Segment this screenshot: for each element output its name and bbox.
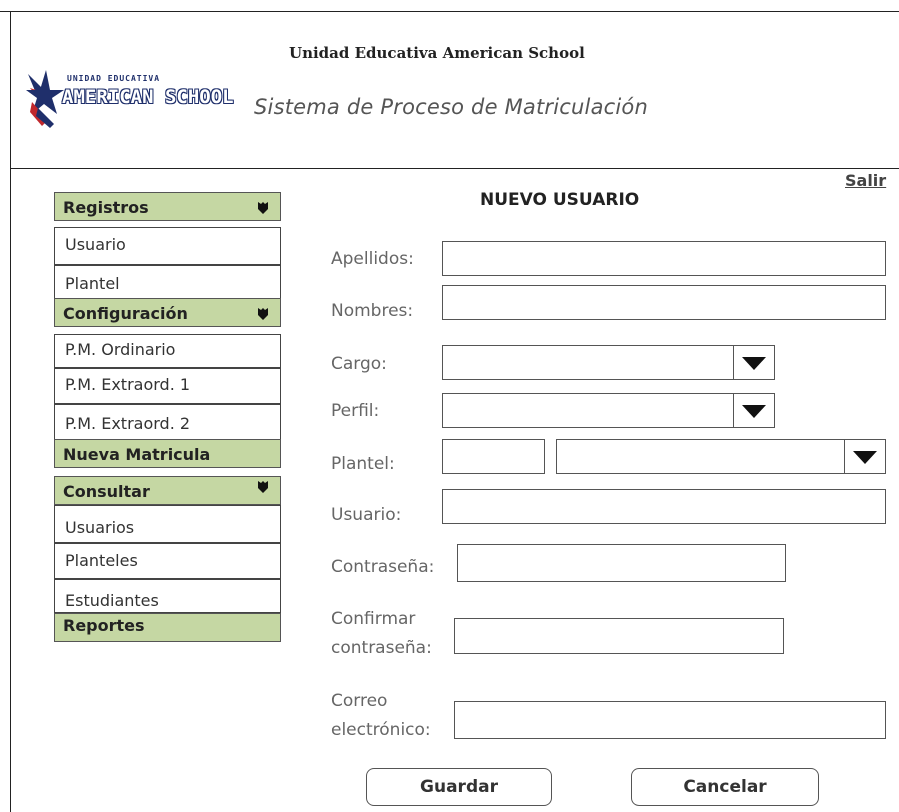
caret-down-icon	[258, 481, 268, 493]
menu-item-planteles[interactable]: Planteles	[54, 543, 281, 579]
confirmar-label-line1: Confirmar	[331, 609, 416, 629]
menu-category-label: Consultar	[63, 482, 150, 501]
school-logo: UNIDAD EDUCATIVA AMERICAN SCHOOL	[24, 68, 254, 128]
confirmar-label-line2: contraseña:	[331, 638, 432, 658]
menu-category-label: Registros	[63, 198, 149, 217]
contrasena-label: Contraseña:	[331, 557, 435, 577]
plantel-dropdown-button[interactable]	[844, 440, 885, 473]
page-left-border	[10, 11, 11, 812]
menu-item-label: P.M. Extraord. 2	[65, 414, 191, 433]
menu-item-label: P.M. Ordinario	[65, 340, 176, 359]
cargo-select[interactable]	[442, 345, 775, 380]
logout-link[interactable]: Salir	[845, 171, 886, 190]
triangle-down-icon	[742, 405, 766, 418]
menu-category-nueva-matricula[interactable]: Nueva Matricula	[54, 439, 281, 468]
triangle-down-icon	[742, 357, 766, 370]
logo-text: AMERICAN SCHOOL	[61, 85, 234, 109]
menu-item-label: Usuario	[65, 235, 126, 254]
apellidos-label: Apellidos:	[331, 249, 414, 269]
menu-item-plantel[interactable]: Plantel	[54, 265, 281, 299]
caret-down-icon	[258, 202, 268, 214]
menu-item-pm-extraord-1[interactable]: P.M. Extraord. 1	[54, 368, 281, 404]
page-top-border	[0, 11, 899, 12]
caret-down-icon	[258, 308, 268, 320]
usuario-input[interactable]	[442, 489, 886, 524]
menu-category-registros[interactable]: Registros	[54, 192, 281, 221]
menu-category-configuracion[interactable]: Configuración	[54, 298, 281, 327]
system-title: Sistema de Proceso de Matriculación	[254, 95, 648, 119]
correo-input[interactable]	[454, 701, 886, 739]
perfil-select[interactable]	[442, 393, 775, 428]
perfil-dropdown-button[interactable]	[733, 394, 774, 427]
menu-item-label: Estudiantes	[65, 591, 159, 610]
menu-item-label: Plantel	[65, 274, 120, 293]
save-button[interactable]: Guardar	[366, 768, 552, 806]
menu-category-label: Nueva Matricula	[63, 445, 211, 464]
triangle-down-icon	[853, 451, 877, 464]
plantel-code-input[interactable]	[442, 439, 545, 474]
nombres-input[interactable]	[442, 285, 886, 320]
school-name: Unidad Educativa American School	[289, 44, 585, 62]
correo-label-line2: electrónico:	[331, 720, 431, 740]
nombres-label: Nombres:	[331, 301, 414, 321]
menu-item-pm-ordinario[interactable]: P.M. Ordinario	[54, 334, 281, 368]
cancel-button[interactable]: Cancelar	[631, 768, 819, 806]
menu-item-label: P.M. Extraord. 1	[65, 375, 191, 394]
header-divider	[10, 168, 899, 169]
usuario-label: Usuario:	[331, 505, 402, 525]
correo-label-line1: Correo	[331, 691, 388, 711]
logo-subtext: UNIDAD EDUCATIVA	[67, 74, 161, 83]
menu-item-pm-extraord-2[interactable]: P.M. Extraord. 2	[54, 404, 281, 440]
plantel-select[interactable]	[556, 439, 886, 474]
menu-item-usuarios[interactable]: Usuarios	[54, 505, 281, 543]
menu-category-consultar[interactable]: Consultar	[54, 476, 281, 505]
cargo-dropdown-button[interactable]	[733, 346, 774, 379]
perfil-label: Perfil:	[331, 401, 380, 421]
cargo-label: Cargo:	[331, 354, 387, 374]
confirmar-contrasena-input[interactable]	[454, 618, 784, 654]
menu-category-label: Configuración	[63, 304, 188, 323]
menu-item-usuario[interactable]: Usuario	[54, 227, 281, 265]
menu-category-label: Reportes	[63, 616, 145, 635]
star-logo-icon	[26, 70, 64, 128]
menu-item-label: Planteles	[65, 551, 138, 570]
apellidos-input[interactable]	[442, 241, 886, 276]
contrasena-input[interactable]	[457, 544, 786, 582]
form-title: NUEVO USUARIO	[480, 190, 640, 210]
menu-item-estudiantes[interactable]: Estudiantes	[54, 579, 281, 613]
plantel-label: Plantel:	[331, 454, 395, 474]
menu-category-reportes[interactable]: Reportes	[54, 613, 281, 642]
menu-item-label: Usuarios	[65, 518, 135, 537]
